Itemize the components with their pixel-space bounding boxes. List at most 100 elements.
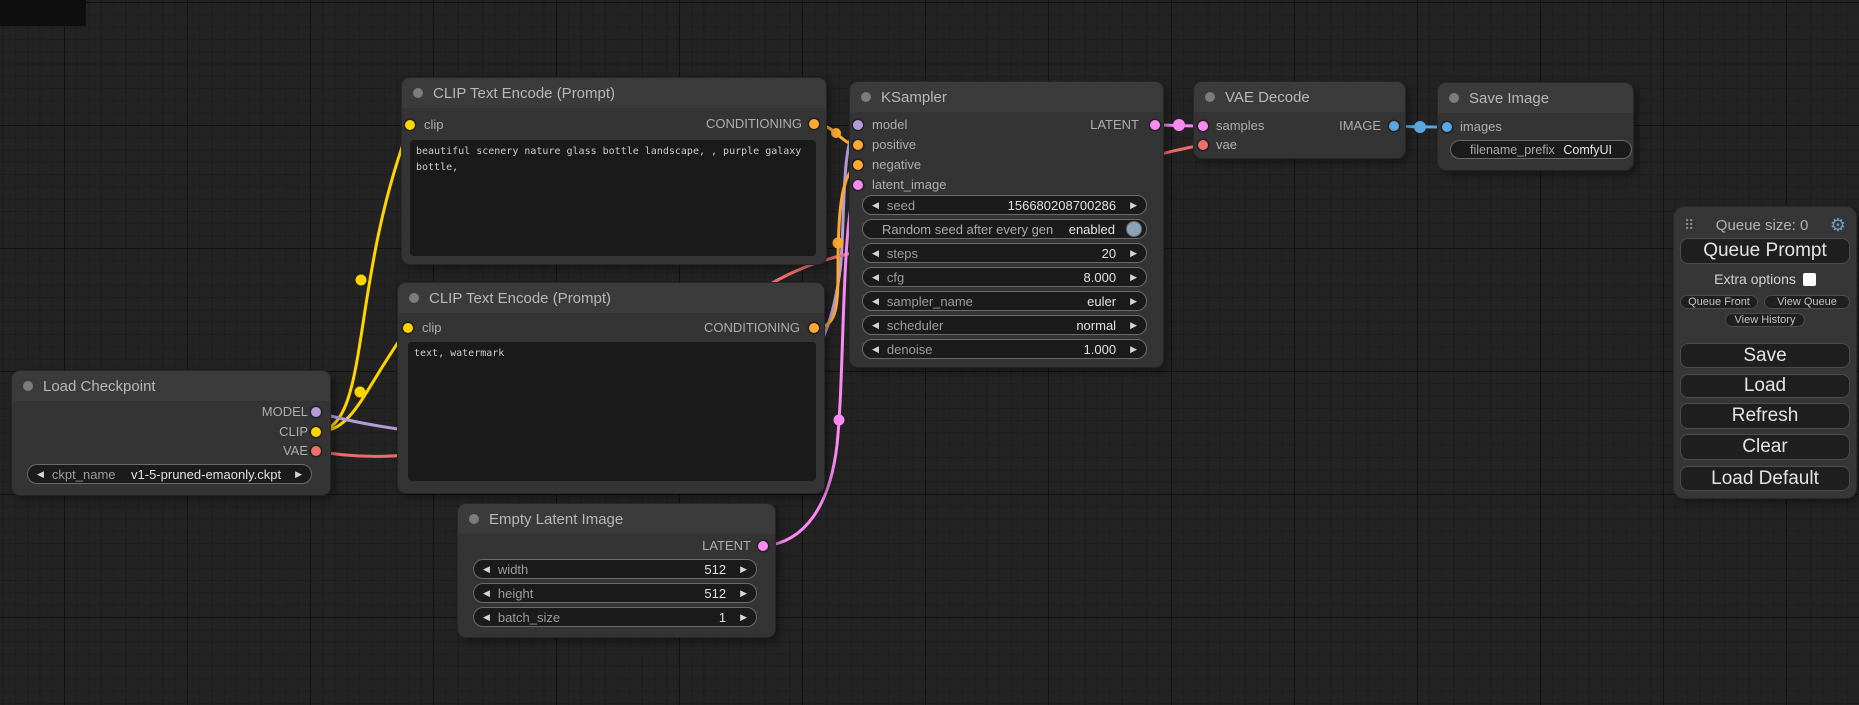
node-save-image[interactable]: Save Image images filename_prefix ComfyU… <box>1438 83 1633 170</box>
node-clip-text-encode-positive[interactable]: CLIP Text Encode (Prompt) clip CONDITION… <box>402 78 826 264</box>
node-title-bar[interactable]: Save Image <box>1438 83 1633 113</box>
node-graph-canvas[interactable]: Load Checkpoint MODEL CLIP VAE ◀ ckpt_na… <box>0 0 1859 705</box>
node-load-checkpoint[interactable]: Load Checkpoint MODEL CLIP VAE ◀ ckpt_na… <box>12 371 330 495</box>
input-dot-vae[interactable] <box>1198 140 1208 150</box>
node-title-bar[interactable]: Empty Latent Image <box>458 504 775 534</box>
collapse-dot-icon[interactable] <box>413 88 423 98</box>
save-button[interactable]: Save <box>1680 343 1850 368</box>
output-slot-conditioning: CONDITIONING <box>704 320 800 336</box>
arrow-left-icon[interactable]: ◀ <box>483 613 490 622</box>
arrow-right-icon[interactable]: ▶ <box>1130 321 1137 330</box>
output-dot-clip[interactable] <box>311 427 321 437</box>
arrow-left-icon[interactable]: ◀ <box>872 297 879 306</box>
node-title-bar[interactable]: CLIP Text Encode (Prompt) <box>402 78 826 108</box>
arrow-right-icon[interactable]: ▶ <box>295 470 302 479</box>
input-slot-positive: positive <box>872 137 916 153</box>
widget-value: 1 <box>719 610 740 625</box>
output-dot-conditioning[interactable] <box>809 323 819 333</box>
node-clip-text-encode-negative[interactable]: CLIP Text Encode (Prompt) clip CONDITION… <box>398 283 824 493</box>
widget-seed[interactable]: ◀ seed 156680208700286 ▶ <box>862 195 1147 215</box>
output-dot-latent[interactable] <box>1150 120 1160 130</box>
widget-filename-prefix[interactable]: filename_prefix ComfyUI <box>1450 140 1632 159</box>
arrow-left-icon[interactable]: ◀ <box>872 201 879 210</box>
widget-cfg[interactable]: ◀ cfg 8.000 ▶ <box>862 267 1147 287</box>
output-dot-vae[interactable] <box>311 446 321 456</box>
node-vae-decode[interactable]: VAE Decode samples vae IMAGE <box>1194 82 1405 158</box>
widget-width[interactable]: ◀ width 512 ▶ <box>473 559 757 579</box>
collapse-dot-icon[interactable] <box>469 514 479 524</box>
output-dot-model[interactable] <box>311 407 321 417</box>
arrow-right-icon[interactable]: ▶ <box>1130 297 1137 306</box>
collapse-dot-icon[interactable] <box>409 293 419 303</box>
input-dot-negative[interactable] <box>853 160 863 170</box>
widget-ckpt-name[interactable]: ◀ ckpt_name v1-5-pruned-emaonly.ckpt ▶ <box>27 464 312 484</box>
arrow-right-icon[interactable]: ▶ <box>740 565 747 574</box>
node-ksampler[interactable]: KSampler model positive negative latent_… <box>850 82 1163 367</box>
output-dot-latent[interactable] <box>758 541 768 551</box>
widget-value: v1-5-pruned-emaonly.ckpt <box>131 467 295 482</box>
arrow-right-icon[interactable]: ▶ <box>740 613 747 622</box>
input-slot-clip: clip <box>422 320 442 336</box>
arrow-left-icon[interactable]: ◀ <box>872 249 879 258</box>
arrow-left-icon[interactable]: ◀ <box>37 470 44 479</box>
arrow-right-icon[interactable]: ▶ <box>1130 345 1137 354</box>
queue-panel[interactable]: ⠿ Queue size: 0 ⚙ Queue Prompt Extra opt… <box>1674 207 1856 498</box>
arrow-right-icon[interactable]: ▶ <box>1130 273 1137 282</box>
widget-label: height <box>498 586 533 601</box>
refresh-button[interactable]: Refresh <box>1680 403 1850 429</box>
prompt-textarea[interactable]: text, watermark <box>408 342 816 481</box>
widget-batch-size[interactable]: ◀ batch_size 1 ▶ <box>473 607 757 627</box>
widget-height[interactable]: ◀ height 512 ▶ <box>473 583 757 603</box>
node-title-bar[interactable]: CLIP Text Encode (Prompt) <box>398 283 824 313</box>
clear-button[interactable]: Clear <box>1680 434 1850 460</box>
input-dot-positive[interactable] <box>853 140 863 150</box>
node-title-bar[interactable]: VAE Decode <box>1194 82 1405 112</box>
input-dot-model[interactable] <box>853 120 863 130</box>
extra-options-checkbox[interactable] <box>1803 273 1816 286</box>
output-slot-conditioning: CONDITIONING <box>706 116 802 132</box>
toggle-circle[interactable] <box>1126 221 1142 237</box>
view-queue-button[interactable]: View Queue <box>1764 295 1850 309</box>
widget-denoise[interactable]: ◀ denoise 1.000 ▶ <box>862 339 1147 359</box>
input-dot-latent-image[interactable] <box>853 180 863 190</box>
arrow-left-icon[interactable]: ◀ <box>872 345 879 354</box>
collapse-dot-icon[interactable] <box>1205 92 1215 102</box>
widget-label: scheduler <box>887 318 943 333</box>
input-dot-clip[interactable] <box>403 323 413 333</box>
widget-label: Random seed after every gen <box>882 222 1053 237</box>
collapse-dot-icon[interactable] <box>861 92 871 102</box>
prompt-textarea[interactable]: beautiful scenery nature glass bottle la… <box>410 140 816 256</box>
link-dot <box>1414 121 1426 133</box>
arrow-right-icon[interactable]: ▶ <box>740 589 747 598</box>
arrow-right-icon[interactable]: ▶ <box>1130 249 1137 258</box>
drag-handle-icon[interactable]: ⠿ <box>1684 217 1694 234</box>
widget-label: batch_size <box>498 610 560 625</box>
queue-front-button[interactable]: Queue Front <box>1680 295 1758 309</box>
gear-icon[interactable]: ⚙ <box>1830 216 1846 234</box>
widget-steps[interactable]: ◀ steps 20 ▶ <box>862 243 1147 263</box>
arrow-right-icon[interactable]: ▶ <box>1130 201 1137 210</box>
arrow-left-icon[interactable]: ◀ <box>483 565 490 574</box>
arrow-left-icon[interactable]: ◀ <box>483 589 490 598</box>
widget-scheduler[interactable]: ◀ scheduler normal ▶ <box>862 315 1147 335</box>
widget-random-seed-toggle[interactable]: Random seed after every gen enabled <box>862 219 1147 239</box>
collapse-dot-icon[interactable] <box>23 381 33 391</box>
collapse-dot-icon[interactable] <box>1449 93 1459 103</box>
input-dot-images[interactable] <box>1442 122 1452 132</box>
input-dot-samples[interactable] <box>1198 121 1208 131</box>
widget-value: euler <box>1087 294 1130 309</box>
load-button[interactable]: Load <box>1680 374 1850 398</box>
view-history-button[interactable]: View History <box>1725 313 1805 327</box>
output-dot-conditioning[interactable] <box>809 119 819 129</box>
node-empty-latent-image[interactable]: Empty Latent Image LATENT ◀ width 512 ▶ … <box>458 504 775 637</box>
node-title-bar[interactable]: Load Checkpoint <box>12 371 330 401</box>
queue-prompt-button[interactable]: Queue Prompt <box>1680 238 1850 264</box>
output-dot-image[interactable] <box>1389 121 1399 131</box>
widget-sampler-name[interactable]: ◀ sampler_name euler ▶ <box>862 291 1147 311</box>
link-dot <box>834 415 845 426</box>
arrow-left-icon[interactable]: ◀ <box>872 273 879 282</box>
input-dot-clip[interactable] <box>405 120 415 130</box>
arrow-left-icon[interactable]: ◀ <box>872 321 879 330</box>
load-default-button[interactable]: Load Default <box>1680 466 1850 491</box>
node-title-bar[interactable]: KSampler <box>850 82 1163 112</box>
